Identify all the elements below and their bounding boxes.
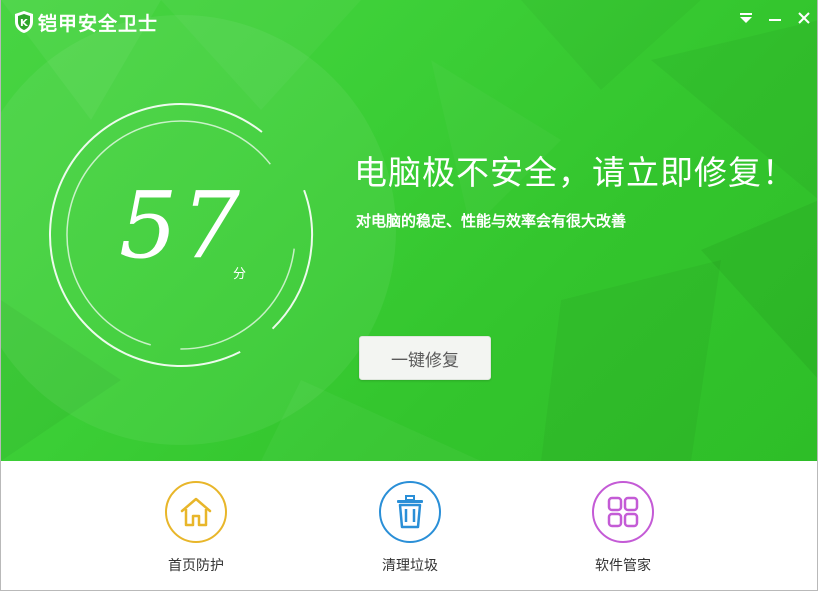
- menu-button[interactable]: [735, 8, 757, 28]
- status-panel: K 铠甲安全卫士 57 分 电脑极不安全，请立即修复！ 对电脑的稳定、性能与效率…: [1, 0, 817, 461]
- apps-grid-icon: [607, 496, 639, 528]
- nav-label: 首页防护: [168, 558, 224, 574]
- shield-logo-icon: K: [15, 11, 33, 33]
- menu-arrow-icon: [740, 13, 752, 23]
- bottom-nav: 首页防护 清理垃圾 软件管家: [1, 461, 817, 590]
- app-window: K 铠甲安全卫士 57 分 电脑极不安全，请立即修复！ 对电脑的稳定、性能与效率…: [0, 0, 818, 591]
- minimize-icon: [769, 19, 781, 21]
- minimize-button[interactable]: [764, 8, 786, 28]
- title-bar: K 铠甲安全卫士: [1, 0, 817, 40]
- trash-icon-ring: [379, 481, 441, 543]
- status-headline: 电脑极不安全，请立即修复！: [354, 153, 796, 192]
- close-icon: [798, 12, 810, 24]
- nav-label: 软件管家: [595, 558, 651, 574]
- app-title: 铠甲安全卫士: [38, 13, 159, 35]
- status-subline: 对电脑的稳定、性能与效率会有很大改善: [356, 212, 627, 230]
- close-button[interactable]: [793, 8, 815, 28]
- score-unit: 分: [233, 267, 247, 282]
- one-click-fix-button[interactable]: 一键修复: [359, 336, 491, 380]
- nav-item-software-manager[interactable]: 软件管家: [573, 481, 673, 575]
- apps-grid-icon-ring: [592, 481, 654, 543]
- nav-label: 清理垃圾: [382, 558, 438, 574]
- security-score: 57: [119, 172, 245, 279]
- home-icon-ring: [165, 481, 227, 543]
- svg-text:K: K: [20, 18, 29, 29]
- nav-item-home-protection[interactable]: 首页防护: [146, 481, 246, 575]
- trash-icon: [397, 495, 423, 529]
- home-icon: [180, 497, 212, 527]
- nav-item-clean-junk[interactable]: 清理垃圾: [360, 481, 460, 575]
